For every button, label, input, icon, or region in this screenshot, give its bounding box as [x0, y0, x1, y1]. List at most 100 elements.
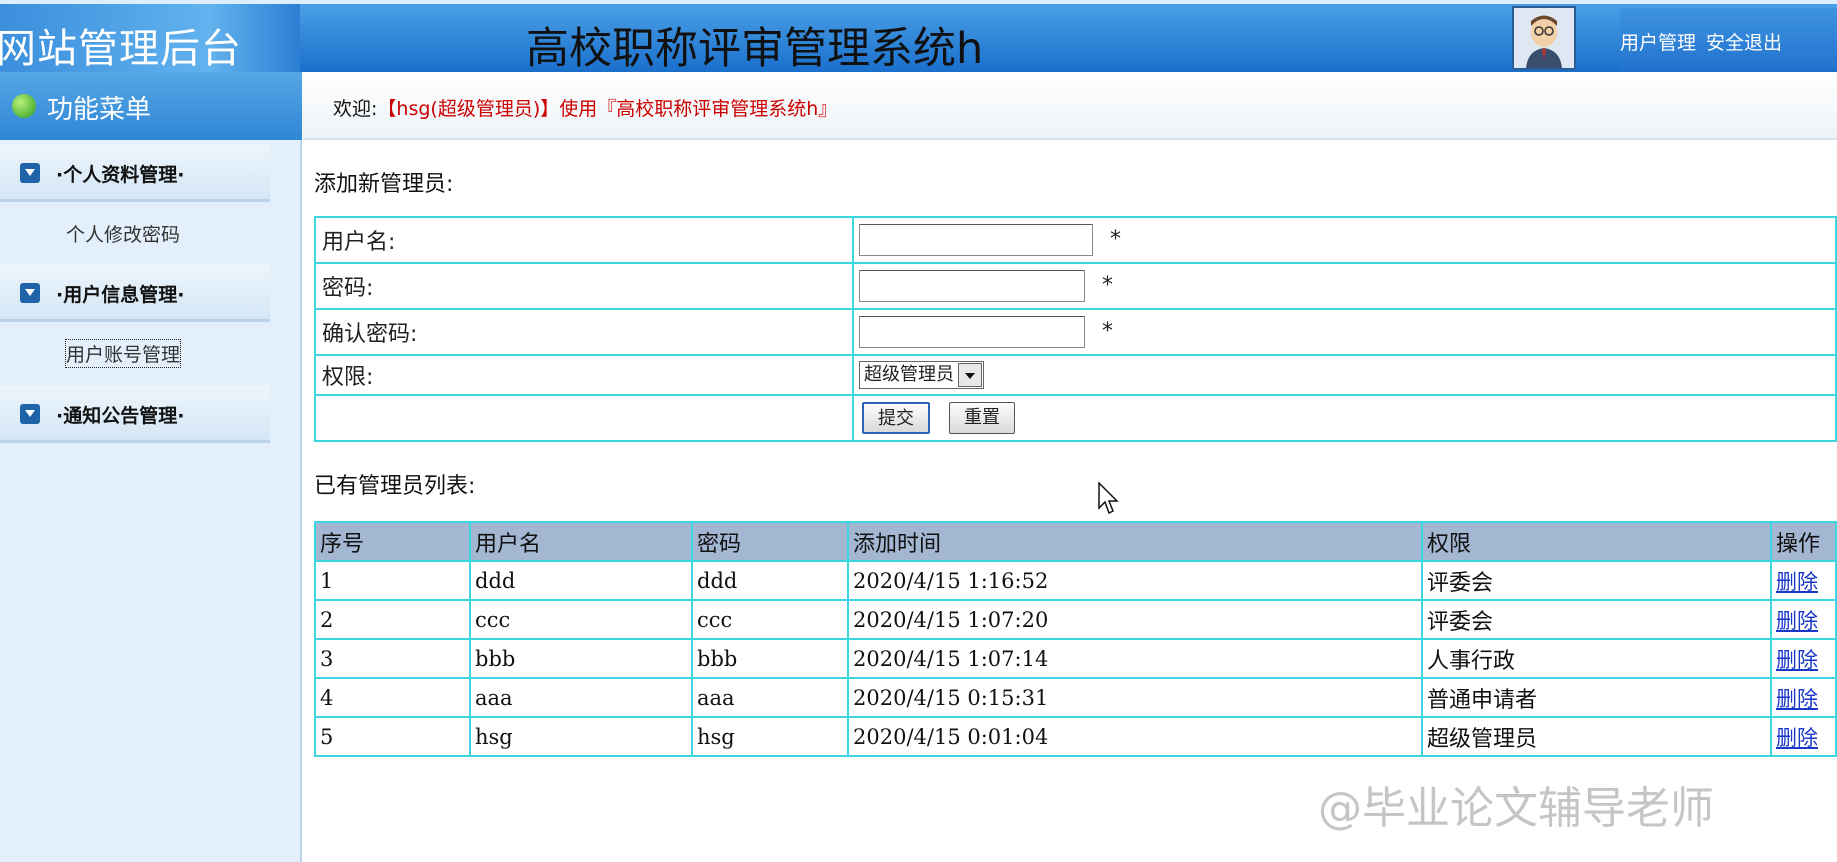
cell-id: 1 [314, 560, 471, 601]
table-row: 1 ddd ddd 2020/4/15 1:16:52 评委会 删除 [314, 560, 1837, 601]
cell-id: 5 [314, 716, 471, 757]
column-header-role: 权限 [1421, 521, 1772, 562]
sidebar-group-label: ·用户信息管理· [56, 284, 185, 306]
table-header-row: 序号 用户名 密码 添加时间 权限 操作 [314, 521, 1837, 562]
confirm-password-input[interactable] [859, 316, 1085, 348]
cell-time: 2020/4/15 1:07:14 [847, 638, 1423, 679]
welcome-lead: 欢迎: [333, 98, 378, 120]
sidebar-group-label: ·通知公告管理· [56, 405, 185, 427]
username-cell: * [852, 216, 1837, 264]
column-header-password: 密码 [691, 521, 849, 562]
logo-text: 网站管理后台 [0, 26, 242, 72]
table-row: 5 hsg hsg 2020/4/15 0:01:04 超级管理员 删除 [314, 716, 1837, 757]
password-label: 密码: [314, 262, 854, 310]
user-manage-link[interactable]: 用户管理 [1620, 28, 1696, 55]
sidebar-item-user-accounts[interactable]: 用户账号管理 [64, 339, 182, 368]
submit-button[interactable]: 提交 [862, 402, 930, 434]
menu-title: 功能菜单 [47, 95, 152, 125]
admin-list-title: 已有管理员列表: [314, 474, 476, 499]
table-row: 4 aaa aaa 2020/4/15 0:15:31 普通申请者 删除 [314, 677, 1837, 718]
table-row: 3 bbb bbb 2020/4/15 1:07:14 人事行政 删除 [314, 638, 1837, 679]
watermark: @毕业论文辅导老师 [1318, 783, 1714, 834]
reset-button[interactable]: 重置 [949, 402, 1015, 434]
user-avatar-icon [1514, 8, 1574, 68]
welcome-text: 欢迎:【hsg(超级管理员)】使用『高校职称评审管理系统h』 [333, 94, 837, 121]
cell-role: 评委会 [1421, 560, 1772, 601]
system-title: 高校职称评审管理系统h [526, 24, 984, 74]
cell-role: 人事行政 [1421, 638, 1772, 679]
pointer-cursor-icon [1098, 482, 1119, 515]
cell-action: 删除 [1770, 677, 1837, 718]
required-mark: * [1102, 319, 1113, 344]
menu-header: 功能菜单 [0, 72, 302, 140]
password-input[interactable] [859, 270, 1085, 302]
logout-link[interactable]: 安全退出 [1706, 28, 1782, 55]
cell-username: ddd [469, 560, 693, 601]
cell-time: 2020/4/15 1:07:20 [847, 599, 1423, 640]
role-label: 权限: [314, 354, 854, 396]
collapse-icon [20, 283, 40, 303]
cell-id: 3 [314, 638, 471, 679]
column-header-username: 用户名 [469, 521, 693, 562]
actions-cell: 提交 重置 [852, 394, 1837, 442]
cell-username: bbb [469, 638, 693, 679]
cell-password: bbb [691, 638, 849, 679]
role-select-value: 超级管理员 [864, 364, 954, 385]
cell-time: 2020/4/15 0:01:04 [847, 716, 1423, 757]
empty-cell [314, 394, 854, 442]
cell-username: ccc [469, 599, 693, 640]
cell-role: 超级管理员 [1421, 716, 1772, 757]
cell-id: 2 [314, 599, 471, 640]
column-header-time: 添加时间 [847, 521, 1423, 562]
logo-area: 网站管理后台 [0, 4, 300, 72]
table-row: 2 ccc ccc 2020/4/15 1:07:20 评委会 删除 [314, 599, 1837, 640]
cell-password: hsg [691, 716, 849, 757]
chevron-down-icon[interactable] [958, 363, 982, 387]
cell-action: 删除 [1770, 716, 1837, 757]
sidebar-group-user-info[interactable]: ·用户信息管理· [0, 264, 270, 322]
form-row-actions: 提交 重置 [314, 394, 1837, 442]
cell-action: 删除 [1770, 599, 1837, 640]
menu-gem-icon [12, 94, 36, 118]
role-cell: 超级管理员 [852, 354, 1837, 396]
collapse-icon [20, 404, 40, 424]
cell-time: 2020/4/15 1:16:52 [847, 560, 1423, 601]
confirm-password-label: 确认密码: [314, 308, 854, 356]
delete-link[interactable]: 删除 [1776, 648, 1818, 672]
form-row-password: 密码: * [314, 262, 1837, 310]
cell-password: ccc [691, 599, 849, 640]
form-row-username: 用户名: * [314, 216, 1837, 264]
form-row-confirm: 确认密码: * [314, 308, 1837, 356]
cell-time: 2020/4/15 0:15:31 [847, 677, 1423, 718]
collapse-icon [20, 163, 40, 183]
delete-link[interactable]: 删除 [1776, 570, 1818, 594]
welcome-bar: 欢迎:【hsg(超级管理员)】使用『高校职称评审管理系统h』 [303, 72, 1837, 140]
column-header-id: 序号 [314, 521, 471, 562]
sidebar-item-change-password[interactable]: 个人修改密码 [66, 220, 180, 247]
username-label: 用户名: [314, 216, 854, 264]
cell-action: 删除 [1770, 638, 1837, 679]
top-header: 网站管理后台 高校职称评审管理系统h 用户管理 安全退出 [0, 0, 1837, 74]
cell-password: aaa [691, 677, 849, 718]
sidebar-group-label: ·个人资料管理· [56, 164, 185, 186]
username-input[interactable] [859, 224, 1093, 256]
add-admin-title: 添加新管理员: [314, 172, 454, 197]
delete-link[interactable]: 删除 [1776, 726, 1818, 750]
confirm-cell: * [852, 308, 1837, 356]
cell-action: 删除 [1770, 560, 1837, 601]
welcome-user: 【hsg(超级管理员)】使用『高校职称评审管理系统h』 [377, 98, 838, 120]
password-cell: * [852, 262, 1837, 310]
cell-role: 评委会 [1421, 599, 1772, 640]
sidebar-group-personal[interactable]: ·个人资料管理· [0, 144, 270, 202]
role-select[interactable]: 超级管理员 [859, 361, 984, 389]
delete-link[interactable]: 删除 [1776, 609, 1818, 633]
delete-link[interactable]: 删除 [1776, 687, 1818, 711]
required-mark: * [1110, 227, 1121, 252]
required-mark: * [1102, 273, 1113, 298]
sidebar-group-notices[interactable]: ·通知公告管理· [0, 385, 270, 443]
cell-role: 普通申请者 [1421, 677, 1772, 718]
cell-password: ddd [691, 560, 849, 601]
column-header-action: 操作 [1770, 521, 1837, 562]
sidebar: 功能菜单 ·个人资料管理· 个人修改密码 ·用户信息管理· 用户账号管理 ·通知… [0, 72, 302, 862]
cell-id: 4 [314, 677, 471, 718]
